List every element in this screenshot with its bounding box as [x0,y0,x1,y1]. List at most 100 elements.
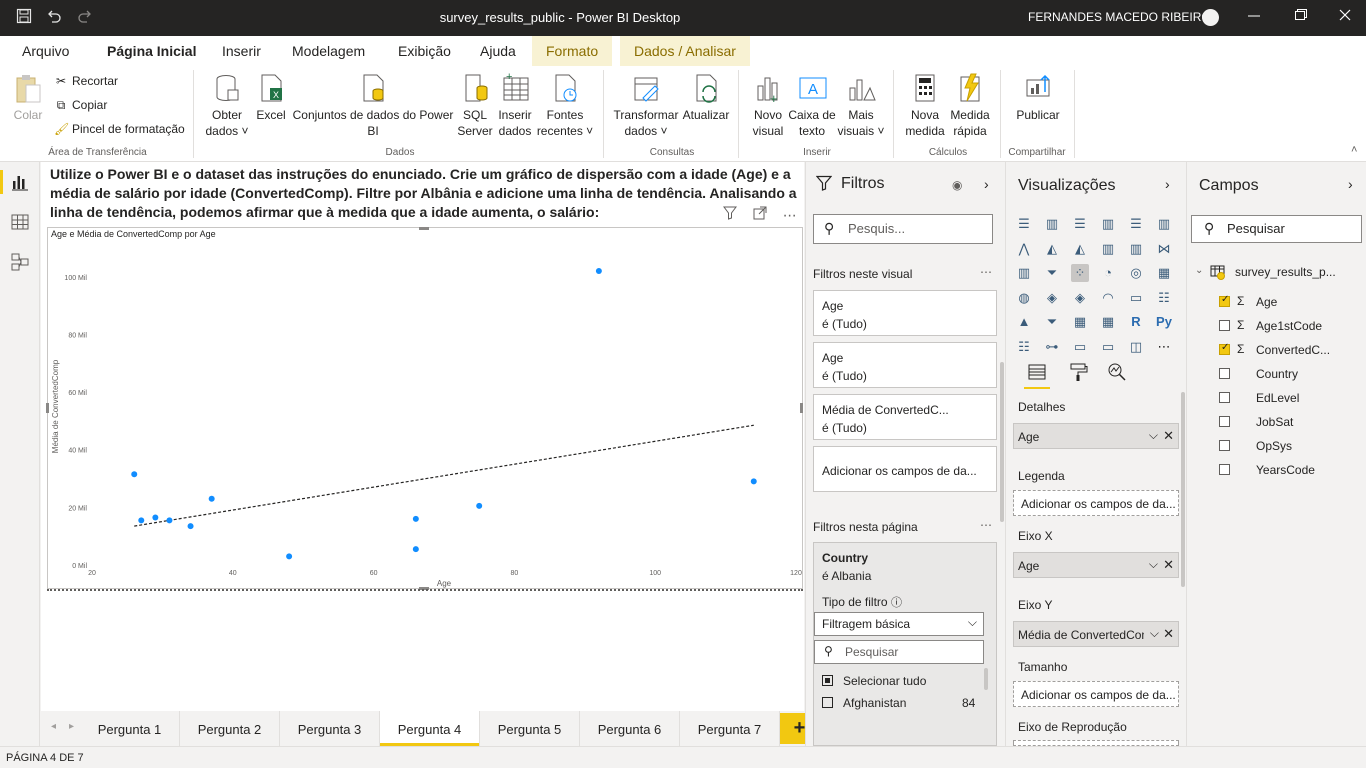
field-checkbox[interactable] [1219,320,1230,331]
page-tab-1[interactable]: Pergunta 1 [80,711,180,746]
publish-button[interactable]: Publicar [1010,72,1066,123]
data-view-icon[interactable] [8,210,32,234]
filled-map-icon[interactable]: ◈ [1043,289,1061,307]
slicer-icon[interactable]: ⏷ [1043,313,1061,331]
r-visual-icon[interactable]: R [1127,313,1145,331]
filter-card-age[interactable]: Age é (Tudo) [813,290,997,336]
treemap-icon[interactable]: ▦ [1155,264,1173,282]
tab-formato[interactable]: Formato [532,36,613,66]
scatter-visual[interactable]: Age e Média de ConvertedComp por Age 0 Mi… [47,227,803,589]
remove-field-icon[interactable]: ✕ [1163,428,1174,444]
qa-icon[interactable]: ▭ [1071,338,1089,356]
filters-search-input[interactable]: ⚲ Pesquis... [813,214,993,244]
tab-arquivo[interactable]: Arquivo [22,43,69,59]
format-painter-button[interactable]: 🖌 Pincel de formatação [54,122,185,136]
more-options-icon[interactable]: ⋯ [980,265,992,279]
tab-pagina-inicial[interactable]: Página Inicial [103,43,200,69]
report-canvas[interactable]: Utilize o Power BI e o dataset das instr… [41,162,804,711]
new-visual-button[interactable]: + Novo visual [748,72,788,139]
page-tab-3[interactable]: Pergunta 3 [280,711,380,746]
multi-card-icon[interactable]: ☷ [1155,289,1173,307]
model-view-icon[interactable] [8,250,32,274]
stacked-column-icon[interactable]: ▥ [1043,215,1061,233]
matrix-icon[interactable]: ▦ [1099,313,1117,331]
chevron-down-icon[interactable]: ⌵ [1149,428,1158,443]
tab-exibicao[interactable]: Exibição [398,43,451,59]
text-box-button[interactable]: A Caixa de texto [788,72,836,139]
play-axis-well[interactable] [1013,740,1179,746]
chevron-right-icon[interactable]: › [1165,176,1170,192]
x-axis-well[interactable]: Age ⌵ ✕ [1013,552,1179,578]
resize-handle[interactable] [800,403,803,413]
column-100-icon[interactable]: ▥ [1155,215,1173,233]
tab-ajuda[interactable]: Ajuda [480,43,516,59]
bar-100-icon[interactable]: ☰ [1127,215,1145,233]
collapse-ribbon-icon[interactable]: ˄ [1351,144,1357,156]
page-tab-6[interactable]: Pergunta 6 [580,711,680,746]
resize-handle[interactable] [46,403,49,413]
enter-data-button[interactable]: + Inserir dados [495,72,535,139]
filter-value-afghanistan[interactable]: Afghanistan 84 [822,696,975,710]
paint-roller-icon[interactable] [1068,362,1088,385]
tab-dados-analisar[interactable]: Dados / Analisar [620,36,750,66]
more-visuals-icon[interactable]: ⋯ [1155,338,1173,356]
field-checkbox[interactable] [1219,464,1230,475]
refresh-button[interactable]: Atualizar [680,72,732,123]
key-influencers-icon[interactable]: ☷ [1015,338,1033,356]
field-checkbox[interactable] [1219,392,1230,403]
eye-icon[interactable]: ◉ [952,178,962,192]
analytics-icon[interactable] [1107,362,1127,385]
card-icon[interactable]: ▭ [1127,289,1145,307]
smart-narrative-icon[interactable]: ▭ [1099,338,1117,356]
table-name[interactable]: survey_results_p... [1235,265,1336,279]
quick-measure-button[interactable]: Medida rápida [947,72,993,139]
powerbi-datasets-button[interactable]: Conjuntos de dados do Power BI [290,72,456,139]
transform-data-button[interactable]: Transformar dados ˅ [612,72,680,139]
filter-list-scrollbar[interactable] [984,668,988,690]
filter-card-avg-comp[interactable]: Média de ConvertedC... é (Tudo) [813,394,997,440]
chevron-down-icon[interactable]: ⌵ [1150,626,1159,641]
filter-icon[interactable] [723,206,737,223]
shape-map-icon[interactable]: ◈ [1071,289,1089,307]
decomposition-tree-icon[interactable]: ⊶ [1043,338,1061,356]
more-options-icon[interactable]: ⋯ [783,207,797,223]
field-checkbox[interactable] [1219,416,1230,427]
copy-button[interactable]: ⧉ Copiar [54,98,108,113]
filters-pane-scrollbar[interactable] [1000,362,1004,522]
select-all-checkbox[interactable]: Selecionar tudo [822,674,926,688]
field-checkbox[interactable] [1219,440,1230,451]
recent-sources-button[interactable]: Fontes recentes ˅ [535,72,595,139]
kpi-icon[interactable]: ▲ [1015,313,1033,331]
scatter-chart-icon[interactable]: ⁘ [1071,264,1089,282]
page-tab-2[interactable]: Pergunta 2 [180,711,280,746]
ribbon-chart-icon[interactable]: ⋈ [1155,240,1173,258]
field-checkbox[interactable] [1219,294,1230,307]
prev-page-icon[interactable]: ◂ [51,721,56,732]
size-well[interactable]: Adicionar os campos de da... [1013,681,1179,707]
legend-well[interactable]: Adicionar os campos de da... [1013,490,1179,516]
report-view-icon[interactable] [8,170,32,194]
cut-button[interactable]: ✂ Recortar [54,74,118,88]
sql-server-button[interactable]: SQL Server [455,72,495,139]
python-visual-icon[interactable]: Py [1155,313,1173,331]
get-data-button[interactable]: Obter dados ˅ [202,72,252,139]
more-options-icon[interactable]: ⋯ [980,518,992,532]
minimize-icon[interactable] [1247,8,1261,26]
pie-chart-icon[interactable]: ◔ [1099,264,1117,282]
new-measure-button[interactable]: Nova medida [903,72,947,139]
collapse-icon[interactable]: ⌄ [1195,265,1203,276]
field-checkbox[interactable] [1219,368,1230,379]
chevron-right-icon[interactable]: › [1348,176,1353,192]
visualizations-scrollbar[interactable] [1181,392,1185,587]
close-icon[interactable] [1338,8,1352,26]
page-tab-4[interactable]: Pergunta 4 [380,711,480,746]
paginated-icon[interactable]: ◫ [1127,338,1145,356]
maximize-icon[interactable] [1293,8,1307,26]
resize-handle[interactable] [419,227,429,230]
area-chart-icon[interactable]: ◭ [1043,240,1061,258]
page-tab-5[interactable]: Pergunta 5 [480,711,580,746]
paste-button[interactable]: Colar [10,72,46,123]
filter-card-age-2[interactable]: Age é (Tudo) [813,342,997,388]
field-checkbox[interactable] [1219,342,1230,355]
remove-field-icon[interactable]: ✕ [1163,626,1174,642]
